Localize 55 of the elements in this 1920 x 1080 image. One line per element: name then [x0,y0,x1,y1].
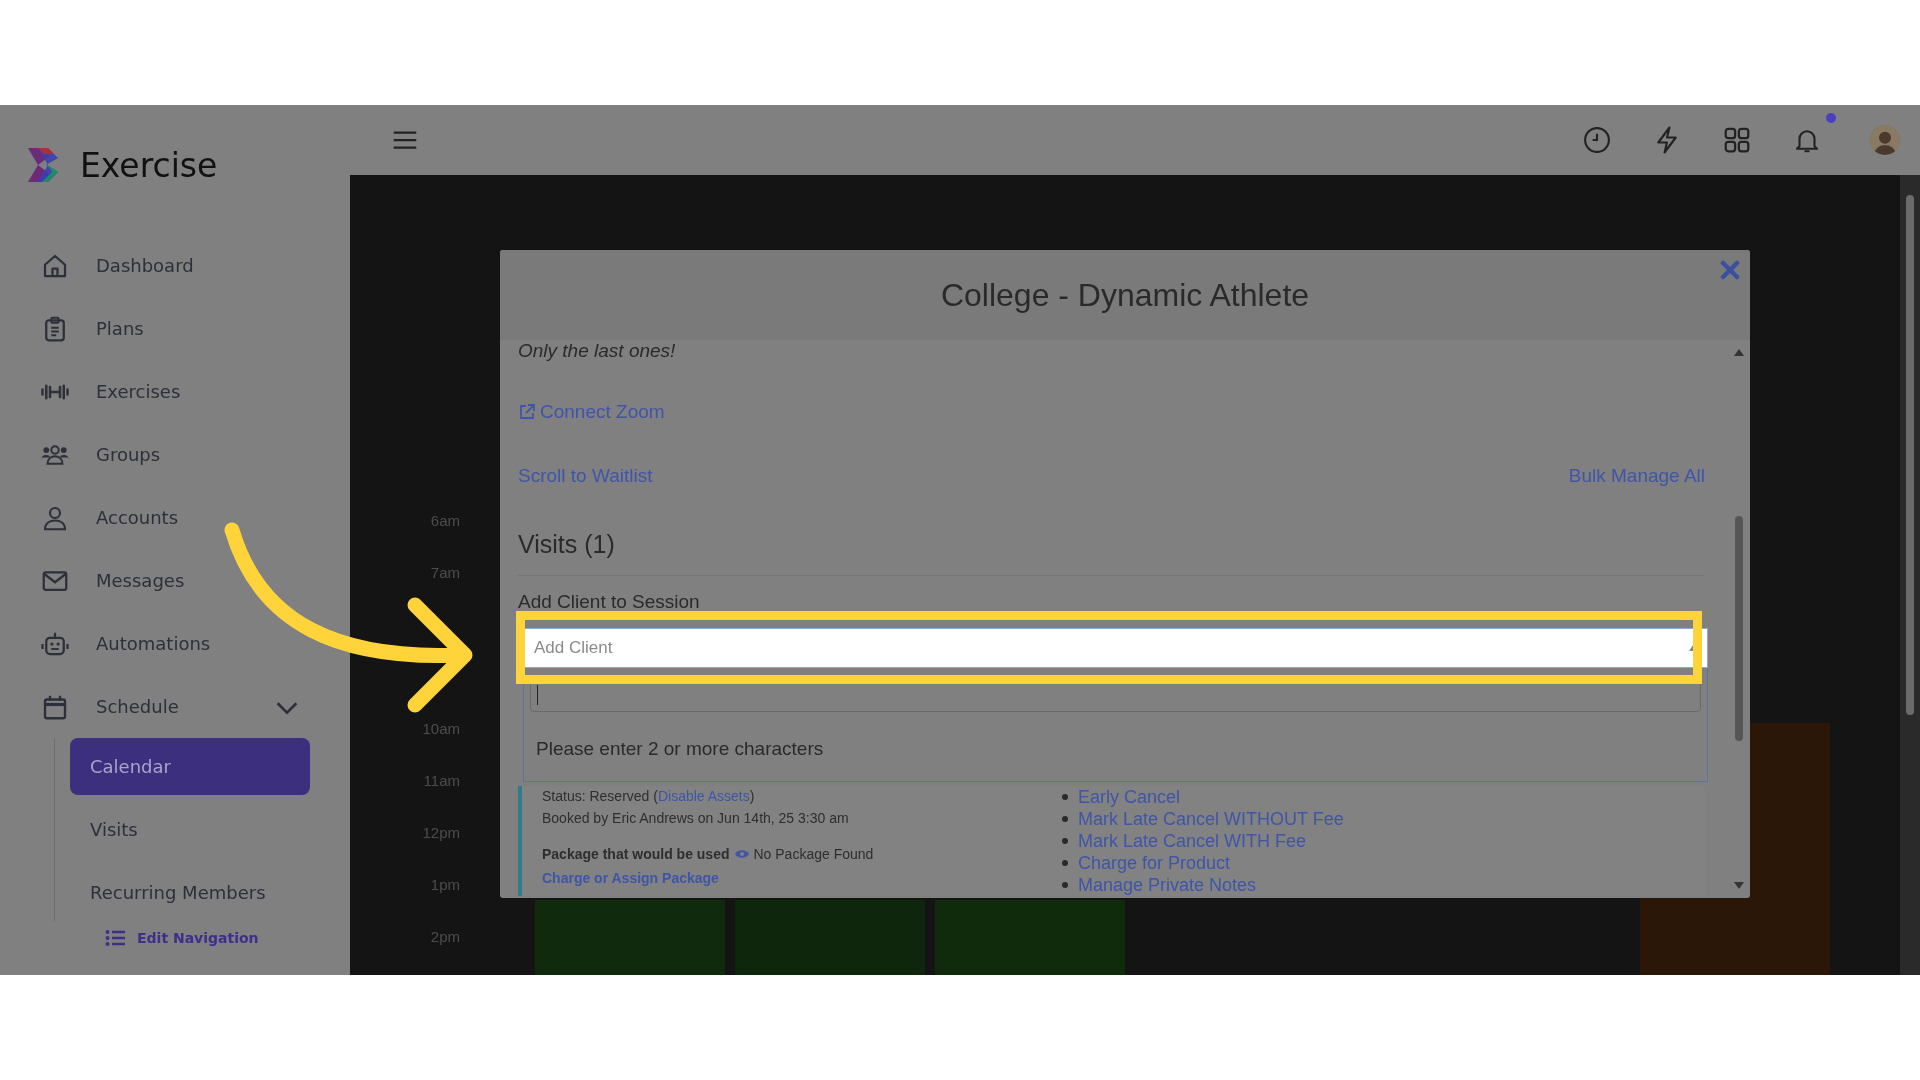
sidebar-subitem[interactable]: Visits [70,801,310,858]
action-link[interactable]: Mark Late Cancel WITH Fee [1078,830,1307,852]
list-icon [105,929,125,947]
time-label: 2pm [429,928,460,947]
sidebar-item[interactable]: Groups [0,423,350,486]
sidebar-subitem[interactable]: Recurring Members [70,864,310,921]
bullet [1062,816,1068,822]
sidebar-item[interactable]: Automations [0,612,350,675]
sidebar-item[interactable]: Messages [0,549,350,612]
sidebar-item[interactable]: Accounts [0,486,350,549]
connect-zoom-link[interactable]: Connect Zoom [518,401,1705,423]
scrollbar-thumb[interactable] [1906,195,1914,715]
action-link[interactable]: Manage Private Notes [1078,874,1257,896]
bullet [1062,882,1068,888]
time-label: 10am [421,720,460,739]
external-link-icon [518,403,536,421]
status-text: Status: Reserved (Disable Assets) [542,788,756,804]
edit-navigation-link[interactable]: Edit Navigation [0,929,350,947]
action-link[interactable]: Mark Late Cancel WITHOUT Fee [1078,808,1344,830]
note-text: Only the last ones! [518,340,677,362]
scroll-up-icon[interactable] [1733,348,1745,356]
scroll-down-icon[interactable] [1733,882,1745,890]
booked-text: Booked by Eric Andrews on Jun 14th, 25 3:30 am [542,810,850,826]
time-label: 6am [429,512,460,531]
sidebar-item[interactable]: Plans [0,297,350,360]
bullet [1062,794,1068,800]
action-link[interactable]: Early Cancel [1078,786,1181,808]
app-logo-text: Exercise [80,145,218,185]
add-client-select[interactable]: Add Client [523,628,1708,668]
time-label: 7am [429,564,460,583]
scrollbar-thumb[interactable] [1735,516,1743,741]
action-link[interactable]: Charge for Product [1078,852,1231,874]
charge-package-link[interactable]: Charge or Assign Package [542,870,1022,886]
bulk-manage-link[interactable]: Bulk Manage All [1568,465,1705,487]
sidebar-item[interactable]: Dashboard [0,234,350,297]
field-label: Add Client to Session [518,592,700,612]
time-label: 12pm [421,824,460,843]
visits-heading: Visits (1) [518,530,616,559]
bullet [1062,860,1068,866]
avatar[interactable] [1870,125,1900,155]
time-label: 1pm [429,876,460,895]
sidebar-item[interactable]: Exercises [0,360,350,423]
package-value: No Package Found [753,846,874,862]
dialog-title: College - Dynamic Athlete [940,276,1310,314]
package-label: Package that would be used [542,846,730,862]
scroll-to-waitlist-link[interactable]: Scroll to Waitlist [518,465,653,487]
sidebar-item[interactable]: Schedule [0,675,350,738]
bullet [1062,838,1068,844]
clock-icon[interactable] [1582,125,1612,155]
sidebar-subitem[interactable]: Calendar [70,738,310,795]
eye-icon[interactable] [733,848,750,860]
disable-assets-link[interactable]: Disable Assets [657,788,750,804]
time-label: 11am [422,772,460,791]
grid-icon[interactable] [1722,125,1752,155]
hint-message: Please enter 2 or more characters [535,738,825,760]
